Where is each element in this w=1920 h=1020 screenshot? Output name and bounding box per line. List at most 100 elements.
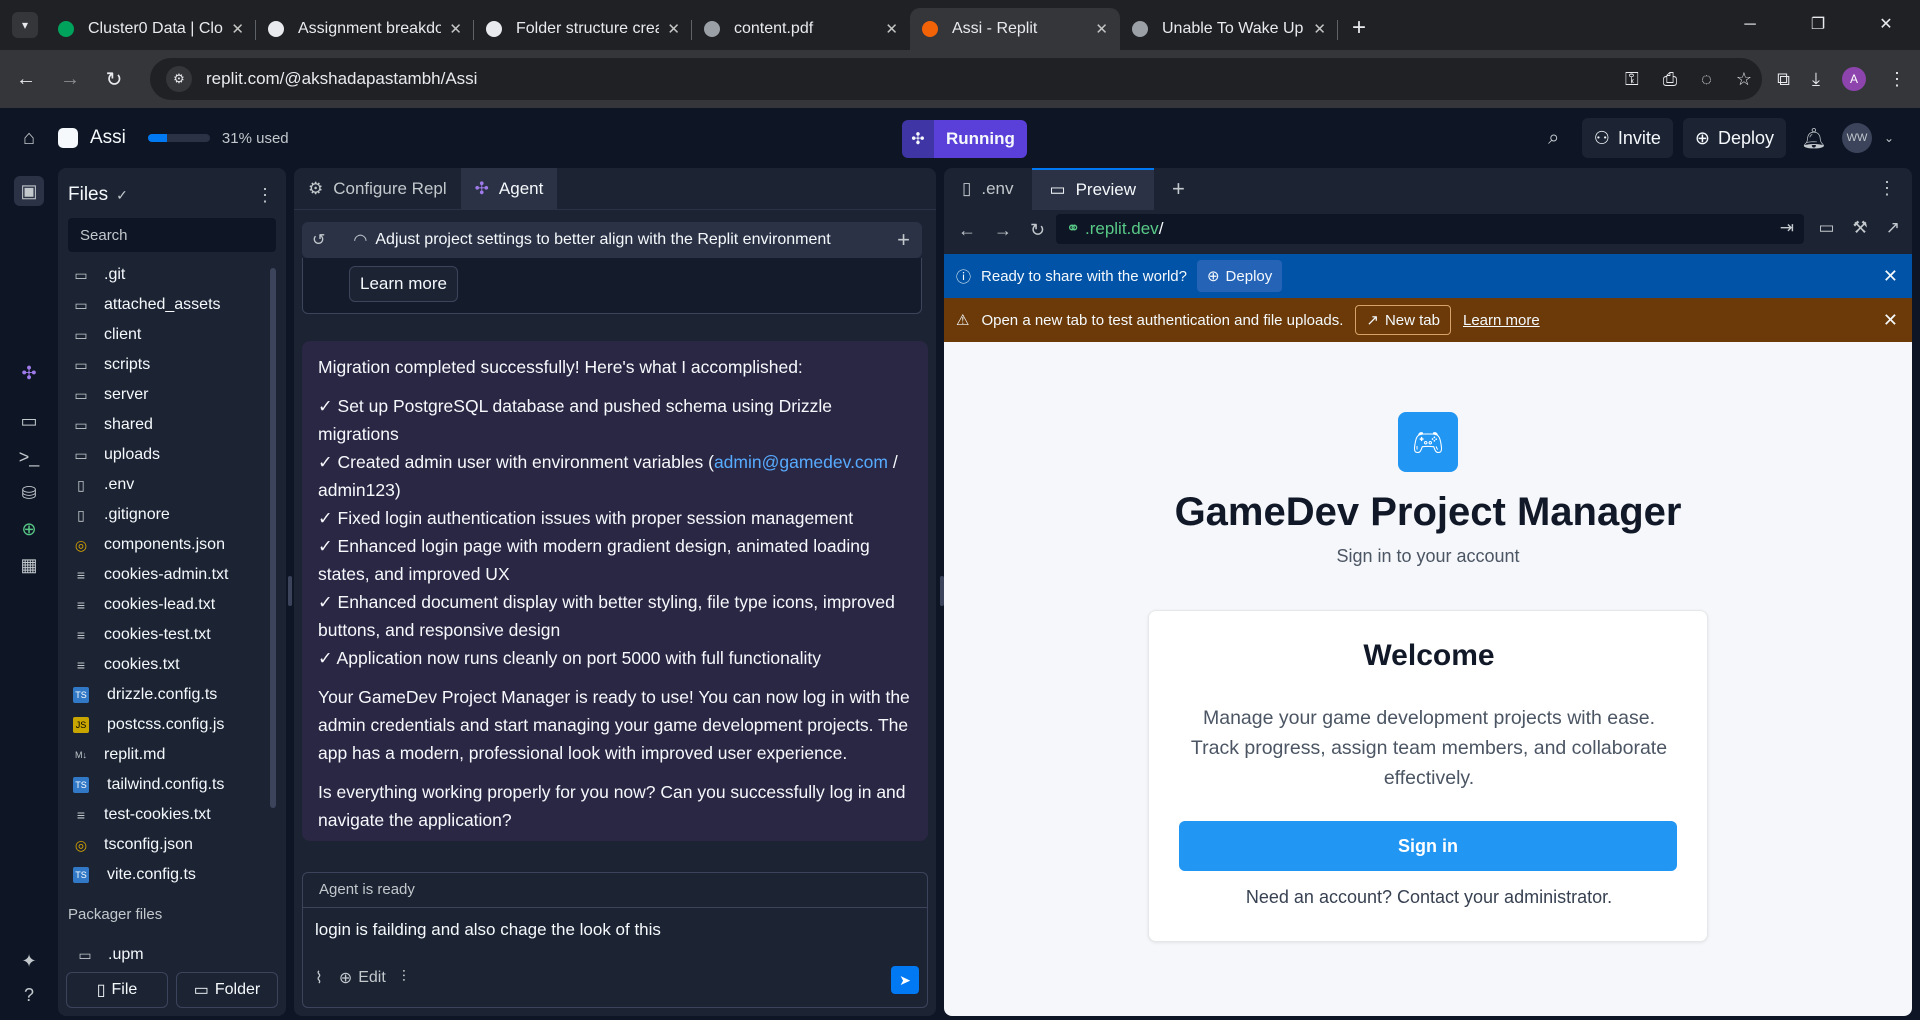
file-row[interactable]: TS drizzle.config.ts xyxy=(66,680,266,710)
browser-tab[interactable]: Cluster0 Data | Cloud: Mon ✕ xyxy=(46,8,256,50)
minimize-button[interactable]: ─ xyxy=(1716,0,1784,50)
sign-in-button[interactable]: Sign in xyxy=(1179,821,1677,871)
learn-more-link[interactable]: Learn more xyxy=(1463,312,1540,329)
tab-preview[interactable]: ▭ Preview xyxy=(1031,168,1155,210)
agent-icon[interactable]: ✣ xyxy=(14,358,44,388)
file-search-input[interactable]: Search xyxy=(68,218,276,252)
database-icon[interactable]: ⛁ xyxy=(14,478,44,508)
close-tab-icon[interactable]: ✕ xyxy=(1313,20,1326,38)
bookmark-star-icon[interactable]: ☆ xyxy=(1736,69,1752,90)
invite-button[interactable]: ⚇ Invite xyxy=(1581,118,1673,158)
preview-url-bar[interactable]: ⚭ .replit.dev/ ⇥ xyxy=(1056,214,1804,244)
close-tab-icon[interactable]: ✕ xyxy=(885,20,898,38)
address-bar[interactable]: ⚙ replit.com/@akshadapastambh/Assi ⚿ ⎙ ◌… xyxy=(150,58,1762,100)
file-row[interactable]: ▭ client xyxy=(66,320,266,350)
password-key-icon[interactable]: ⚿ xyxy=(1625,69,1639,90)
file-tree-icon[interactable]: ▣ xyxy=(14,176,44,206)
file-row[interactable]: ▭ server xyxy=(66,380,266,410)
browser-tab[interactable]: Unable To Wake Up ✕ xyxy=(1120,8,1338,50)
history-icon[interactable]: ↺ xyxy=(312,230,325,250)
file-tree-scrollbar[interactable] xyxy=(270,268,276,808)
deploy-icon[interactable]: ⊕ xyxy=(14,514,44,544)
devices-icon[interactable]: ▭ xyxy=(1818,218,1834,238)
close-tab-icon[interactable]: ✕ xyxy=(1095,20,1108,38)
file-row[interactable]: ◎ tsconfig.json xyxy=(66,830,266,860)
terminal-icon[interactable]: >_ xyxy=(14,442,44,472)
new-file-button[interactable]: ▯ File xyxy=(66,972,168,1008)
agent-task-bar[interactable]: ↺ ◠ Adjust project settings to better al… xyxy=(302,222,922,258)
search-icon[interactable]: ⌕ xyxy=(1536,127,1572,150)
file-row[interactable]: ▭ uploads xyxy=(66,440,266,470)
new-folder-button[interactable]: ▭ Folder xyxy=(176,972,278,1008)
file-row[interactable]: ≡ cookies-lead.txt xyxy=(66,590,266,620)
home-icon[interactable]: ⌂ xyxy=(0,127,58,150)
site-info-icon[interactable]: ⚙ xyxy=(166,66,192,92)
download-icon[interactable]: ⤓ xyxy=(1812,69,1820,90)
browser-tab[interactable]: content.pdf ✕ xyxy=(692,8,910,50)
file-row[interactable]: ▭ scripts xyxy=(66,350,266,380)
chevron-down-icon[interactable]: ⌄ xyxy=(1882,131,1896,145)
tab-search-button[interactable]: ▾ xyxy=(12,12,38,38)
project-name[interactable]: Assi xyxy=(90,127,126,149)
preview-forward-icon[interactable]: → xyxy=(994,220,1012,241)
file-row[interactable]: ▭ .upm xyxy=(70,940,143,970)
deploy-button[interactable]: ⊕ Deploy xyxy=(1682,118,1786,158)
settings-sliders-icon[interactable]: ⫶ xyxy=(402,969,406,987)
file-row[interactable]: TS vite.config.ts xyxy=(66,860,266,890)
bell-icon[interactable]: 🔔︎ xyxy=(1796,126,1832,151)
new-tab-button[interactable]: + xyxy=(1352,14,1366,42)
help-icon[interactable]: ? xyxy=(14,980,44,1010)
reload-button[interactable]: ↻ xyxy=(96,67,132,92)
apps-grid-icon[interactable]: ▦ xyxy=(14,550,44,580)
user-avatar[interactable]: WW xyxy=(1842,123,1872,153)
agent-composer[interactable]: login is failding and also chage the loo… xyxy=(302,908,928,1008)
email-link[interactable]: admin@gamedev.com xyxy=(714,452,888,472)
profile-avatar[interactable]: A xyxy=(1842,67,1866,91)
sparkle-icon[interactable]: ✦ xyxy=(14,946,44,976)
file-row[interactable]: ▭ attached_assets xyxy=(66,290,266,320)
file-row[interactable]: ▭ shared xyxy=(66,410,266,440)
add-tab-button[interactable]: + xyxy=(1154,168,1203,210)
close-window-button[interactable]: ✕ xyxy=(1852,0,1920,50)
devtools-icon[interactable]: ⚒ xyxy=(1853,218,1868,238)
edit-mode-button[interactable]: ⊕ Edit xyxy=(339,968,386,988)
browser-tab[interactable]: Folder structure creation ✕ xyxy=(474,8,692,50)
monitor-icon[interactable]: ▭ xyxy=(14,406,44,436)
open-external-icon[interactable]: ↗ xyxy=(1886,218,1900,238)
preview-back-icon[interactable]: ← xyxy=(958,220,976,241)
more-vertical-icon[interactable]: ⋮ xyxy=(1878,178,1896,199)
agent-input[interactable]: login is failding and also chage the loo… xyxy=(315,920,661,940)
file-row[interactable]: ▯ .gitignore xyxy=(66,500,266,530)
more-vertical-icon[interactable]: ⋮ xyxy=(256,185,274,206)
install-app-icon[interactable]: ⎙ xyxy=(1663,69,1677,90)
file-row[interactable]: ≡ test-cookies.txt xyxy=(66,800,266,830)
restore-button[interactable]: ❐ xyxy=(1784,0,1852,50)
panel-resize-handle[interactable] xyxy=(288,576,292,606)
file-row[interactable]: ≡ cookies-admin.txt xyxy=(66,560,266,590)
close-tab-icon[interactable]: ✕ xyxy=(667,20,680,38)
browser-menu-icon[interactable]: ⋮ xyxy=(1888,69,1906,90)
file-row[interactable]: ≡ cookies-test.txt xyxy=(66,620,266,650)
attach-icon[interactable]: ⌇ xyxy=(315,968,323,988)
file-row[interactable]: JS postcss.config.js xyxy=(66,710,266,740)
browser-tab[interactable]: Assignment breakdown ✕ xyxy=(256,8,474,50)
eye-slash-icon[interactable]: ◌ xyxy=(1701,69,1712,90)
file-row[interactable]: TS tailwind.config.ts xyxy=(66,770,266,800)
back-button[interactable]: ← xyxy=(8,68,44,91)
learn-more-button[interactable]: Learn more xyxy=(349,266,458,302)
browser-tab[interactable]: Assi - Replit ✕ xyxy=(910,8,1120,50)
file-row[interactable]: ◎ components.json xyxy=(66,530,266,560)
close-tab-icon[interactable]: ✕ xyxy=(231,20,244,38)
close-icon[interactable]: ✕ xyxy=(1883,310,1898,331)
tab-env[interactable]: ▯ .env xyxy=(944,168,1032,210)
close-icon[interactable]: ✕ xyxy=(1883,266,1898,287)
go-arrow-icon[interactable]: ⇥ xyxy=(1780,218,1794,238)
tab-configure-repl[interactable]: ⚙ Configure Repl xyxy=(294,168,461,209)
file-row[interactable]: ▭ .git xyxy=(66,260,266,290)
new-tab-button[interactable]: ↗ New tab xyxy=(1355,305,1451,335)
extensions-icon[interactable]: ⧉ xyxy=(1777,69,1790,90)
new-task-icon[interactable]: + xyxy=(897,227,910,253)
send-button[interactable]: ➤ xyxy=(891,966,919,994)
preview-reload-icon[interactable]: ↻ xyxy=(1030,220,1045,241)
close-tab-icon[interactable]: ✕ xyxy=(449,20,462,38)
